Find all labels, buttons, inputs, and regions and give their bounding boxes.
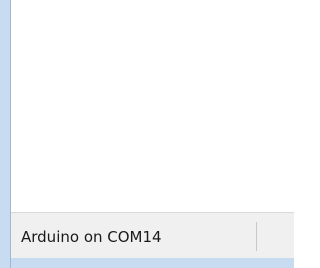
console-area[interactable]	[11, 0, 294, 212]
ide-window: Arduino on COM14	[0, 0, 294, 268]
status-bar: Arduino on COM14	[11, 212, 294, 258]
board-port-status: Arduino on COM14	[21, 222, 257, 251]
window-left-border	[0, 0, 11, 268]
window-bottom-border	[11, 258, 294, 268]
board-port-label: Arduino on COM14	[21, 227, 162, 246]
